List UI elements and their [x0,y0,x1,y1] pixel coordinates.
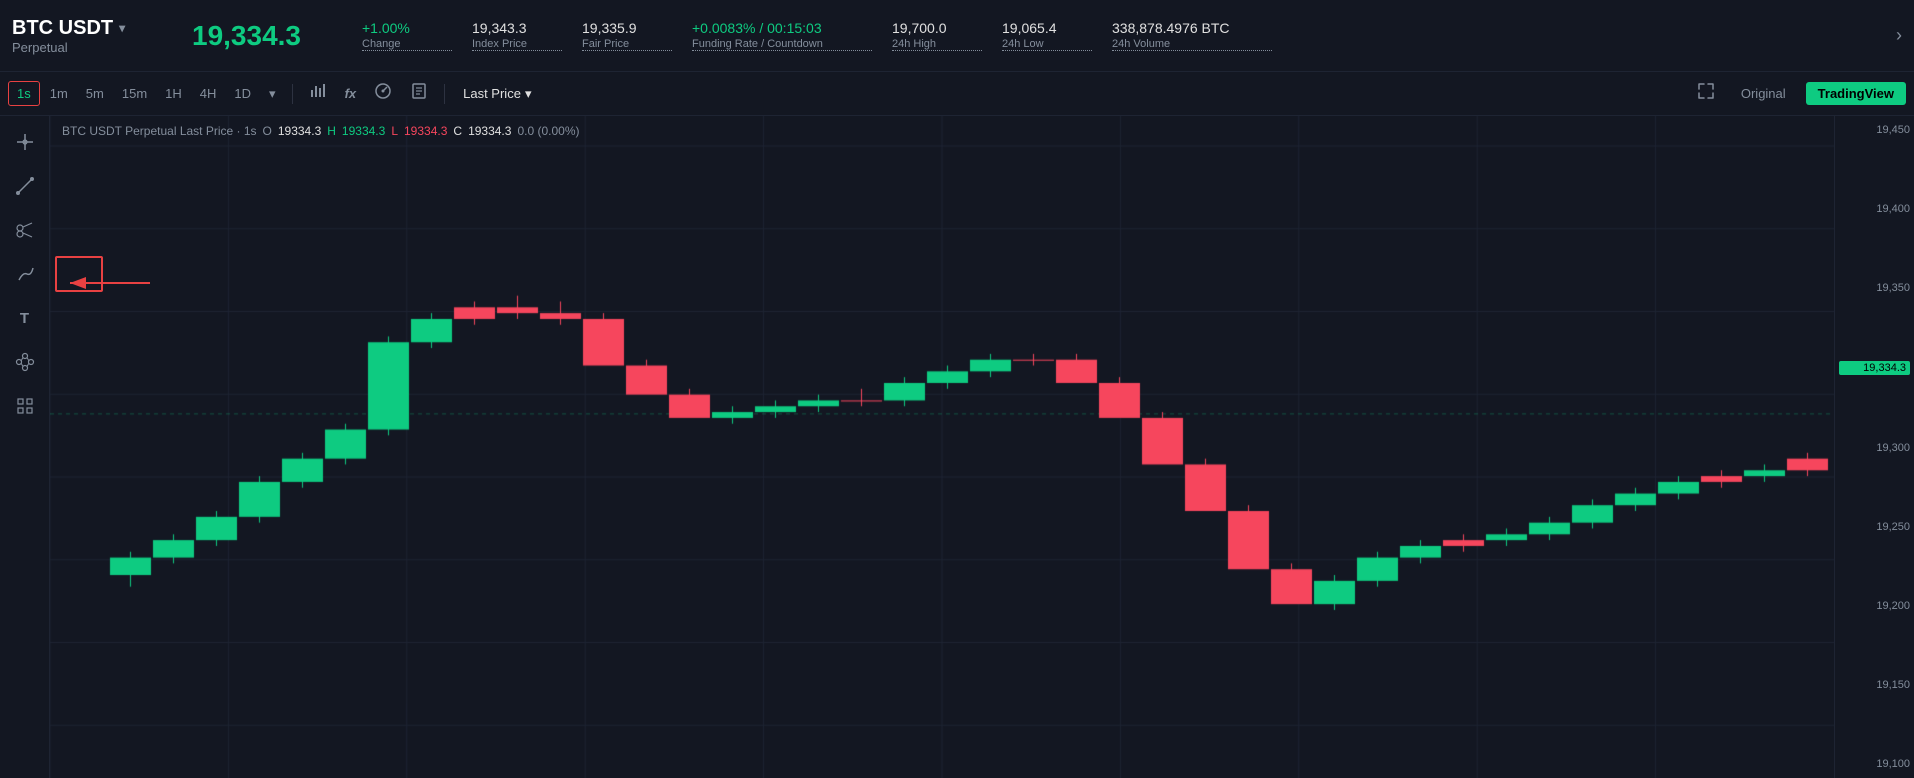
stat-index-price: 19,343.3 Index Price [472,20,562,51]
tradingview-btn[interactable]: TradingView [1806,82,1906,105]
ohlc-c-val: 19334.3 [468,124,511,138]
price-level: 19,450 [1839,124,1910,136]
tf-1m[interactable]: 1m [42,82,76,105]
low-label: 24h Low [1002,38,1092,51]
chart-main[interactable]: BTC USDT Perpetual Last Price · 1s O 193… [50,116,1834,778]
volume-value: 338,878.4976 BTC [1112,20,1272,36]
funding-rate-label: Funding Rate / Countdown [692,38,872,51]
notes-icon[interactable] [402,78,436,109]
indicators-icon[interactable] [301,78,335,109]
tf-15m[interactable]: 15m [114,82,155,105]
symbol-subtype: Perpetual [12,40,172,55]
chart-title: BTC USDT Perpetual Last Price · 1s [62,124,257,138]
ohlc-c-label: C [453,124,462,138]
chart-toolbar: 1s 1m 5m 15m 1H 4H 1D ▾ fx Last Price [0,72,1914,116]
chart-container: T BTC USDT Perpetu [0,116,1914,778]
ohlc-l-label: L [391,124,398,138]
last-price-label: Last Price [463,86,521,101]
crosshair-tool[interactable] [11,128,39,156]
change-value: +1.00% [362,20,452,36]
speedometer-icon[interactable] [366,78,400,109]
last-price-dropdown[interactable]: Last Price ▾ [453,82,541,106]
header-right: › [1896,25,1902,46]
ohlc-o-val: 19334.3 [278,124,321,138]
stat-24h-high: 19,700.0 24h High [892,20,982,51]
price-axis: 19,450 19,400 19,350 19,334.3 19,300 19,… [1834,116,1914,778]
toolbar-separator-1 [292,84,293,104]
price-level: 19,150 [1839,679,1910,691]
tf-1h[interactable]: 1H [157,82,190,105]
chart-tools-panel: T [0,116,50,778]
fair-price-label: Fair Price [582,38,672,51]
main-price: 19,334.3 [192,20,342,52]
tf-1s[interactable]: 1s [8,81,40,106]
chart-info-bar: BTC USDT Perpetual Last Price · 1s O 193… [62,124,580,138]
stat-fair-price: 19,335.9 Fair Price [582,20,672,51]
stat-funding-rate: +0.0083% / 00:15:03 Funding Rate / Count… [692,20,872,51]
line-tool[interactable] [11,172,39,200]
tf-5m[interactable]: 5m [78,82,112,105]
last-price-chevron: ▾ [525,86,532,102]
index-price-label: Index Price [472,38,562,51]
more-icon[interactable]: › [1896,25,1902,46]
volume-label: 24h Volume [1112,38,1272,51]
symbol-name[interactable]: BTC USDT ▾ [12,17,172,40]
price-level: 19,200 [1839,600,1910,612]
tf-more-dropdown[interactable]: ▾ [261,82,284,106]
index-price-value: 19,343.3 [472,20,562,36]
price-level: 19,300 [1839,442,1910,454]
price-level: 19,350 [1839,282,1910,294]
symbol-block[interactable]: BTC USDT ▾ Perpetual [12,17,172,55]
ohlc-change: 0.0 (0.00%) [517,124,579,138]
ohlc-o-label: O [263,124,272,138]
tf-1d[interactable]: 1D [226,82,259,105]
header-bar: BTC USDT ▾ Perpetual 19,334.3 +1.00% Cha… [0,0,1914,72]
ohlc-h-val: 19334.3 [342,124,385,138]
scissors-tool[interactable] [11,216,39,244]
toolbar-right: Original TradingView [1691,78,1906,109]
change-label: Change [362,38,452,51]
price-level: 19,400 [1839,203,1910,215]
toolbar-separator-2 [444,84,445,104]
ohlc-h-label: H [327,124,336,138]
layout-tool[interactable] [11,392,39,420]
candlestick-chart[interactable] [50,116,1834,778]
pen-tool[interactable] [11,260,39,288]
funding-rate-value: +0.0083% / 00:15:03 [692,20,872,36]
stat-24h-low: 19,065.4 24h Low [1002,20,1092,51]
symbol-text: BTC USDT [12,17,113,40]
node-tool[interactable] [11,348,39,376]
tf-4h[interactable]: 4H [192,82,225,105]
symbol-dropdown-icon[interactable]: ▾ [119,21,125,35]
fx-icon[interactable]: fx [337,82,365,105]
fair-price-value: 19,335.9 [582,20,672,36]
annotation-arrow [60,268,160,298]
high-value: 19,700.0 [892,20,982,36]
price-level: 19,100 [1839,758,1910,770]
price-level: 19,250 [1839,521,1910,533]
original-view-btn[interactable]: Original [1729,82,1798,105]
price-level: 19,334.3 [1839,361,1910,375]
stat-change: +1.00% Change [362,20,452,51]
low-value: 19,065.4 [1002,20,1092,36]
text-tool[interactable]: T [11,304,39,332]
fullscreen-icon[interactable] [1691,78,1721,109]
ohlc-l-val: 19334.3 [404,124,447,138]
stat-24h-volume: 338,878.4976 BTC 24h Volume [1112,20,1272,51]
high-label: 24h High [892,38,982,51]
